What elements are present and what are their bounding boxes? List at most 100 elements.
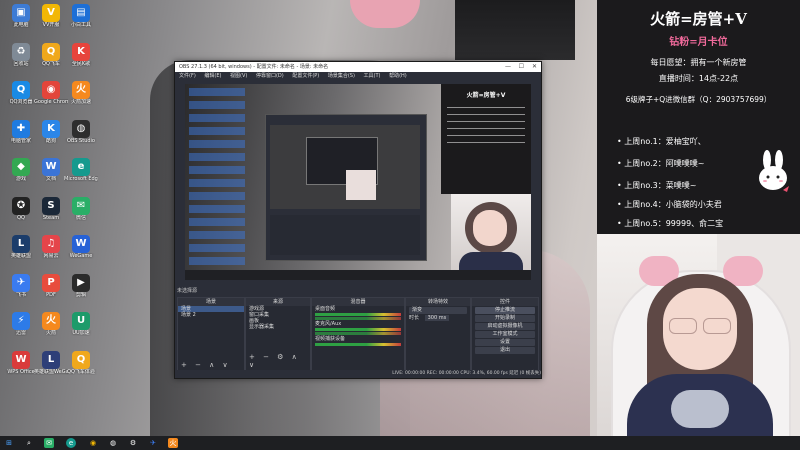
duration-input[interactable]: 300 ms [424, 315, 450, 321]
start-icon[interactable]: ⊞ [4, 438, 14, 448]
desktop-icon-label: 电脑管家 [10, 137, 31, 144]
desktop-icon[interactable]: ✚ 电脑管家 [4, 119, 38, 155]
ranking-item: • 上周no.3：菜噗噗~ [617, 181, 697, 190]
menu-edit[interactable]: 编辑(E) [204, 73, 221, 79]
desktop-icon[interactable]: L 英雄联盟 [4, 235, 38, 270]
desktop-icon[interactable]: U UU加速 [64, 312, 98, 347]
studio-mode-button[interactable]: 工作室模式 [475, 331, 535, 338]
scene-toolbar[interactable]: + − ∧ ∨ [181, 361, 231, 369]
app-icon: Q [12, 81, 30, 99]
obs-title-bar[interactable]: OBS 27.1.3 (64 bit, windows) - 配置文件: 未命名… [175, 62, 541, 72]
desktop-icon[interactable]: Q QQ浏览器 [4, 81, 38, 116]
app-icon: Q [72, 350, 90, 369]
desktop-icon[interactable]: ◆ 游戏 [4, 158, 38, 193]
edge-icon[interactable]: e [66, 438, 76, 448]
obs-icon[interactable]: ◍ [108, 438, 118, 448]
desktop-icon[interactable]: ◉Google Chrome [34, 81, 68, 116]
desktop-icon[interactable]: Q QQ飞车体验 [64, 350, 98, 386]
sources-dock: 来源 游戏源 窗口采集 画板 显示器采集 + − ⚙ ∧ ∨ [245, 297, 311, 371]
transition-select[interactable]: 渐变 [409, 307, 467, 314]
scenes-dock-header: 场景 [178, 298, 244, 306]
desktop-icon[interactable]: ⚡ 迅雷 [4, 312, 38, 347]
desktop-icon-label: 文档 [45, 176, 56, 182]
ranking-item: • 上周no.4：小脑袋的小夫君 [617, 200, 722, 209]
qq-icon[interactable]: 火 [168, 438, 178, 448]
obs-window[interactable]: OBS 27.1.3 (64 bit, windows) - 配置文件: 未命名… [174, 61, 542, 379]
feishu-icon[interactable]: ✈ [148, 438, 158, 448]
start-recording-button[interactable]: 开始录制 [475, 315, 535, 322]
menu-file[interactable]: 文件(F) [179, 73, 196, 79]
desktop-icon-label: QQ浏览器 [9, 99, 33, 105]
menu-scene-collection[interactable]: 场景集合(S) [328, 73, 355, 79]
glasses-right [703, 318, 731, 334]
menu-profile[interactable]: 配置文件(P) [292, 73, 319, 79]
menu-help[interactable]: 帮助(H) [389, 73, 407, 79]
desktop-icon[interactable]: 火火箭加速 [64, 81, 98, 116]
desktop-icon[interactable]: P PDF [34, 273, 68, 309]
app-icon: W [12, 350, 30, 369]
exit-button[interactable]: 退出 [475, 347, 535, 354]
desktop-icon[interactable]: K 酷狗 [34, 119, 68, 155]
desktop-icon-label: Steam [42, 214, 60, 221]
desktop-icon[interactable]: W 文档 [34, 158, 68, 193]
mixer-channel-label: 桌面音频 [315, 306, 336, 312]
app-icon: ▤ [72, 4, 90, 22]
app-icon: ▣ [12, 4, 30, 22]
maximize-icon[interactable]: ☐ [519, 62, 524, 72]
desktop-icon[interactable]: L英雄联盟WeGame [34, 350, 68, 386]
desktop-icon[interactable]: ▤ 小白工具 [64, 4, 98, 39]
desktop-icon[interactable]: ♻ 回收站 [4, 42, 38, 78]
obs-preview-canvas[interactable]: 火箭=房管+V [185, 84, 531, 280]
desktop-icon[interactable]: ✈ 飞书 [4, 273, 38, 309]
browser-icon[interactable]: ◉ [88, 438, 98, 448]
desktop-icon-label: 英雄联盟WeGame [34, 368, 68, 375]
app-icon: P [42, 273, 60, 292]
desktop-icon-label: QQ飞车体验 [67, 368, 95, 375]
desktop-icon-label: WeGame [69, 253, 93, 259]
desktop-icon[interactable]: K 全民K歌 [64, 42, 98, 78]
stream-info-overlay: 火箭=房管+V 钻粉=月卡位 每日愿望：拥有一个新房管 直播时间：14点-22点… [597, 0, 800, 234]
steam-icon[interactable]: ⚙ [128, 438, 138, 448]
volume-slider[interactable] [315, 332, 401, 335]
stop-streaming-button[interactable]: 停止推流 [475, 307, 535, 314]
desktop-icon[interactable]: V VV开服 [34, 4, 68, 39]
settings-button[interactable]: 设置 [475, 339, 535, 346]
desktop-icon-label: 火箭加速 [70, 99, 91, 105]
desktop-icon[interactable]: W WeGame [64, 235, 98, 270]
desktop-icon-label: 酷狗 [45, 137, 56, 144]
source-item[interactable]: 显示器采集 [246, 324, 310, 330]
app-icon: ◆ [12, 158, 30, 176]
controls-dock: 控件 停止推流 开始录制 启动虚拟摄像机 工作室模式 设置 退出 [471, 297, 539, 371]
close-icon[interactable]: ✕ [532, 62, 537, 72]
desktop-icon-label: OBS Studio [67, 137, 95, 144]
wechat-icon[interactable]: ✉ [44, 438, 54, 448]
volume-slider[interactable] [315, 317, 401, 320]
menu-docks[interactable]: 停靠窗口(D) [256, 73, 284, 79]
menu-tools[interactable]: 工具(T) [364, 73, 381, 79]
start-virtual-camera-button[interactable]: 启动虚拟摄像机 [475, 323, 535, 330]
source-toolbar[interactable]: + − ⚙ ∧ ∨ [249, 353, 310, 369]
desktop-icon[interactable]: e Microsoft Edge [64, 158, 98, 193]
desktop-icon[interactable]: ▶ 剪辑 [64, 273, 98, 309]
menu-view[interactable]: 视图(V) [230, 73, 247, 79]
shirt-globe-print [671, 390, 729, 428]
desktop-icon[interactable]: 火火箭 [34, 312, 68, 347]
desktop-icon[interactable]: ♫ 网易云 [34, 235, 68, 270]
desktop-icon[interactable]: ✉ 微信 [64, 196, 98, 232]
desktop-icon[interactable]: Q QQ飞车 [34, 42, 68, 78]
app-icon: ◉ [42, 81, 60, 99]
audio-meter [315, 313, 401, 316]
app-icon: U [72, 312, 90, 330]
scene-item[interactable]: 场景 2 [178, 312, 244, 318]
desktop-icon[interactable]: ✪ QQ [4, 196, 38, 232]
glasses-left [669, 318, 697, 334]
desktop-icon[interactable]: ◍ OBS Studio [64, 119, 98, 155]
search-icon[interactable]: ⌕ [24, 438, 34, 448]
desktop-icon[interactable]: ▣ 此电脑 [4, 4, 38, 39]
app-icon: ♻ [12, 42, 30, 61]
app-icon: L [42, 350, 60, 369]
desktop-icon[interactable]: S Steam [34, 196, 68, 232]
duration-label: 时长 [409, 315, 420, 321]
desktop-icon[interactable]: W WPS Office [4, 350, 38, 386]
minimize-icon[interactable]: — [505, 62, 511, 72]
